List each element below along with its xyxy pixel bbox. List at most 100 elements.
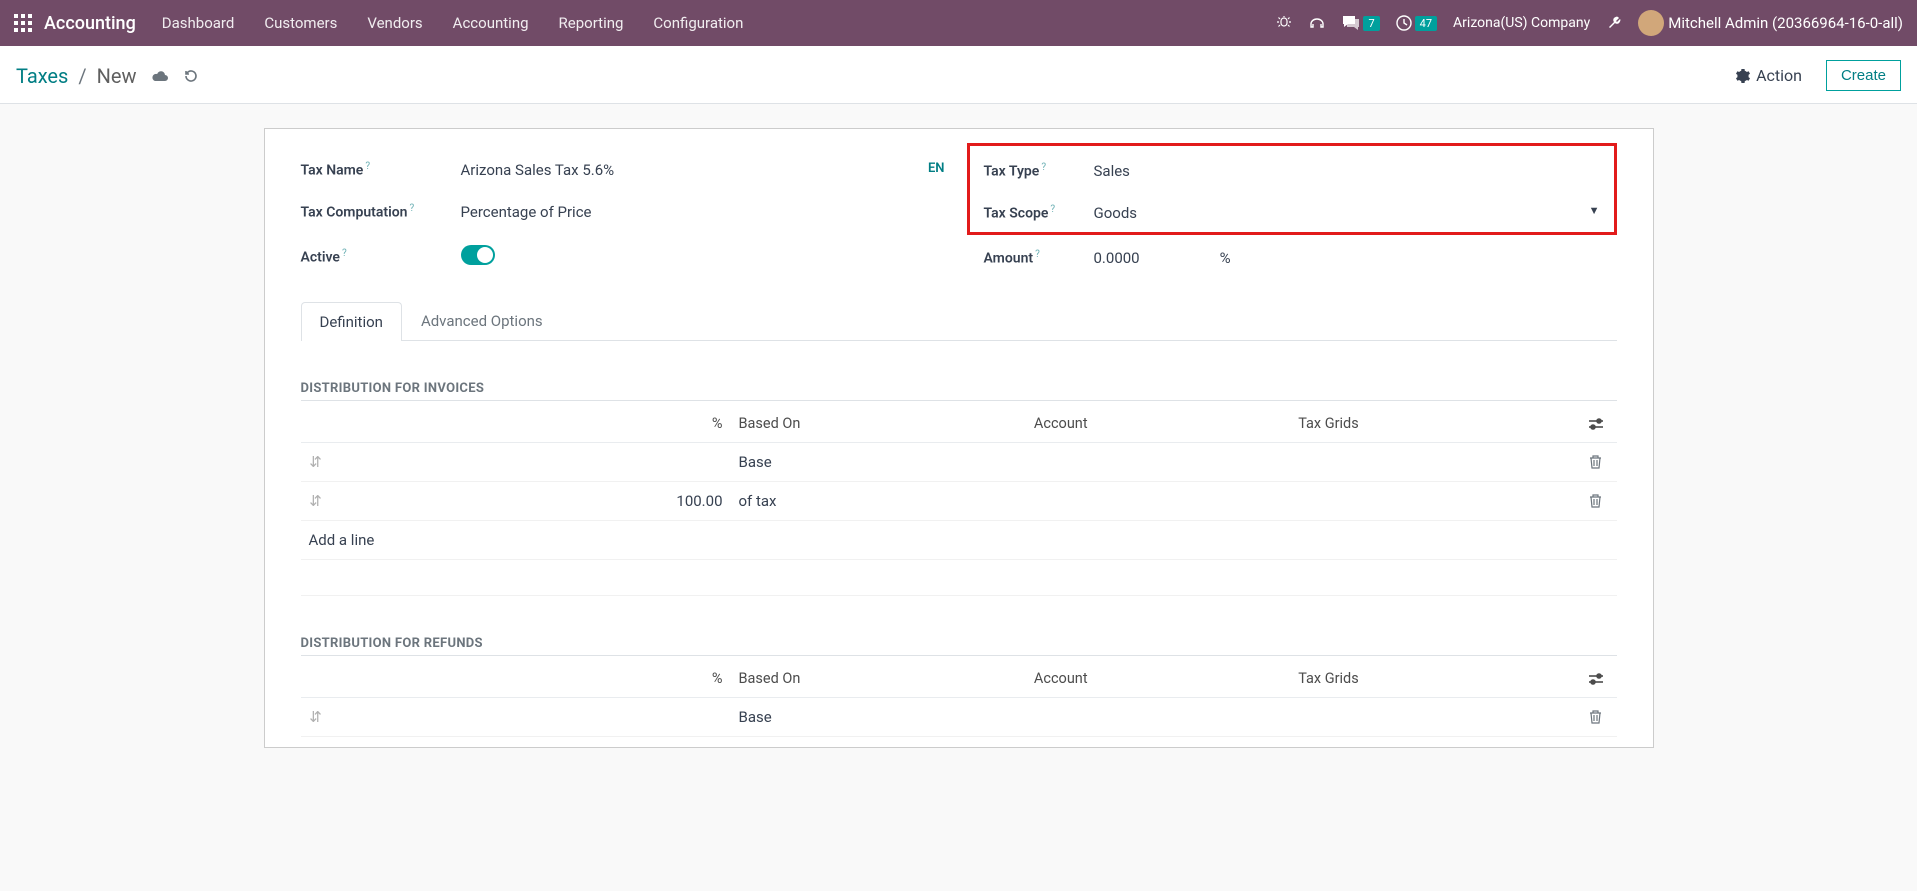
col-tax-grids: Tax Grids xyxy=(1290,405,1580,443)
field-amount: Amount? 0.0000 % xyxy=(967,235,1617,285)
apps-icon[interactable] xyxy=(14,14,32,32)
col-account: Account xyxy=(1026,405,1290,443)
tax-scope-value: Goods xyxy=(1094,204,1138,222)
optional-fields-icon[interactable] xyxy=(1581,660,1617,698)
refunds-table: % Based On Account Tax Grids ⇵ Base xyxy=(301,660,1617,737)
tax-type-label: Tax Type xyxy=(984,164,1040,180)
invoices-table: % Based On Account Tax Grids ⇵ Base xyxy=(301,405,1617,596)
amount-unit: % xyxy=(1220,249,1231,267)
table-row[interactable]: ⇵ Base xyxy=(301,698,1617,737)
nav-configuration[interactable]: Configuration xyxy=(653,14,743,32)
breadcrumb-sep: / xyxy=(78,64,86,88)
user-menu[interactable]: Mitchell Admin (20366964-16-0-all) xyxy=(1638,10,1903,36)
nav-customers[interactable]: Customers xyxy=(264,14,337,32)
debug-icon[interactable] xyxy=(1276,15,1292,31)
company-switcher[interactable]: Arizona(US) Company xyxy=(1453,15,1590,31)
translate-button[interactable]: EN xyxy=(928,161,945,176)
field-tax-name: Tax Name? Arizona Sales Tax 5.6% EN xyxy=(301,155,951,197)
table-row[interactable]: ⇵ Base xyxy=(301,443,1617,482)
breadcrumb-current: New xyxy=(97,64,137,88)
tax-scope-label: Tax Scope xyxy=(984,206,1049,222)
discard-icon[interactable] xyxy=(183,68,199,84)
help-icon[interactable]: ? xyxy=(1050,204,1055,215)
cell-tax-grids[interactable] xyxy=(1290,482,1580,521)
action-menu[interactable]: Action xyxy=(1736,66,1802,85)
drag-handle-icon[interactable]: ⇵ xyxy=(301,443,331,482)
help-icon[interactable]: ? xyxy=(342,248,347,259)
form-col-left: Tax Name? Arizona Sales Tax 5.6% EN Tax … xyxy=(301,155,951,287)
section-refunds-title: Distribution for Refunds xyxy=(301,636,1617,656)
help-icon[interactable]: ? xyxy=(365,161,370,172)
help-icon[interactable]: ? xyxy=(409,203,414,214)
col-based-on: Based On xyxy=(731,405,1026,443)
tab-advanced[interactable]: Advanced Options xyxy=(402,301,562,340)
app-brand[interactable]: Accounting xyxy=(44,13,136,34)
tax-computation-label: Tax Computation xyxy=(301,205,408,221)
messages-badge: 7 xyxy=(1363,16,1379,31)
tax-name-label: Tax Name xyxy=(301,163,364,179)
tax-name-input[interactable]: Arizona Sales Tax 5.6% xyxy=(461,161,951,179)
action-label: Action xyxy=(1756,66,1802,85)
chevron-down-icon: ▼ xyxy=(1589,204,1600,222)
create-button[interactable]: Create xyxy=(1826,60,1901,91)
cell-tax-grids[interactable] xyxy=(1290,443,1580,482)
unsaved-cloud-icon[interactable] xyxy=(151,69,169,83)
nav-accounting[interactable]: Accounting xyxy=(453,14,529,32)
activities-icon[interactable]: 47 xyxy=(1396,15,1437,31)
amount-input[interactable]: 0.0000 xyxy=(1094,249,1140,267)
delete-row-icon[interactable] xyxy=(1581,698,1617,737)
breadcrumb: Taxes / New xyxy=(16,64,199,88)
section-invoices-title: Distribution for Invoices xyxy=(301,381,1617,401)
col-account: Account xyxy=(1026,660,1290,698)
help-icon[interactable]: ? xyxy=(1035,249,1040,260)
breadcrumb-parent[interactable]: Taxes xyxy=(16,64,68,88)
field-active: Active? xyxy=(301,239,951,287)
tab-definition[interactable]: Definition xyxy=(301,302,402,341)
tabs: Definition Advanced Options xyxy=(301,301,1617,341)
cell-based-on[interactable]: Base xyxy=(731,698,1026,737)
systray: 7 47 Arizona(US) Company Mitchell Admin … xyxy=(1276,10,1903,36)
cell-pct[interactable] xyxy=(331,443,731,482)
nav-reporting[interactable]: Reporting xyxy=(559,14,624,32)
cell-tax-grids[interactable] xyxy=(1290,698,1580,737)
user-name: Mitchell Admin (20366964-16-0-all) xyxy=(1668,14,1903,32)
nav-links: Dashboard Customers Vendors Accounting R… xyxy=(162,14,744,32)
col-percent: % xyxy=(331,660,731,698)
optional-fields-icon[interactable] xyxy=(1581,405,1617,443)
cell-account[interactable] xyxy=(1026,443,1290,482)
table-row[interactable]: ⇵ 100.00 of tax xyxy=(301,482,1617,521)
field-tax-computation: Tax Computation? Percentage of Price xyxy=(301,197,951,239)
topbar: Accounting Dashboard Customers Vendors A… xyxy=(0,0,1917,46)
tools-icon[interactable] xyxy=(1606,15,1622,31)
cell-account[interactable] xyxy=(1026,698,1290,737)
delete-row-icon[interactable] xyxy=(1581,482,1617,521)
col-percent: % xyxy=(331,405,731,443)
drag-handle-icon[interactable]: ⇵ xyxy=(301,482,331,521)
active-toggle[interactable] xyxy=(461,245,495,265)
nav-dashboard[interactable]: Dashboard xyxy=(162,14,235,32)
tax-computation-select[interactable]: Percentage of Price xyxy=(461,203,951,221)
cell-pct[interactable] xyxy=(331,698,731,737)
col-based-on: Based On xyxy=(731,660,1026,698)
add-line-link[interactable]: Add a line xyxy=(301,521,1617,560)
delete-row-icon[interactable] xyxy=(1581,443,1617,482)
col-tax-grids: Tax Grids xyxy=(1290,660,1580,698)
help-icon[interactable]: ? xyxy=(1041,162,1046,173)
cell-pct[interactable]: 100.00 xyxy=(331,482,731,521)
cell-account[interactable] xyxy=(1026,482,1290,521)
field-tax-scope: Tax Scope? Goods ▼ xyxy=(984,198,1600,230)
drag-handle-icon[interactable]: ⇵ xyxy=(301,698,331,737)
control-panel: Taxes / New Action Create xyxy=(0,46,1917,104)
tax-type-select[interactable]: Sales xyxy=(1094,162,1600,180)
support-icon[interactable] xyxy=(1308,16,1326,30)
active-label: Active xyxy=(301,250,340,266)
nav-vendors[interactable]: Vendors xyxy=(367,14,422,32)
form-col-right: Tax Type? Sales Tax Scope? Goods ▼ Amoun… xyxy=(967,155,1617,287)
cell-based-on[interactable]: of tax xyxy=(731,482,1026,521)
messages-icon[interactable]: 7 xyxy=(1342,15,1379,31)
activities-badge: 47 xyxy=(1415,16,1437,31)
cell-based-on[interactable]: Base xyxy=(731,443,1026,482)
tax-scope-select[interactable]: Goods ▼ xyxy=(1094,204,1600,222)
highlighted-region: Tax Type? Sales Tax Scope? Goods ▼ xyxy=(967,143,1617,235)
field-tax-type: Tax Type? Sales xyxy=(984,156,1600,198)
